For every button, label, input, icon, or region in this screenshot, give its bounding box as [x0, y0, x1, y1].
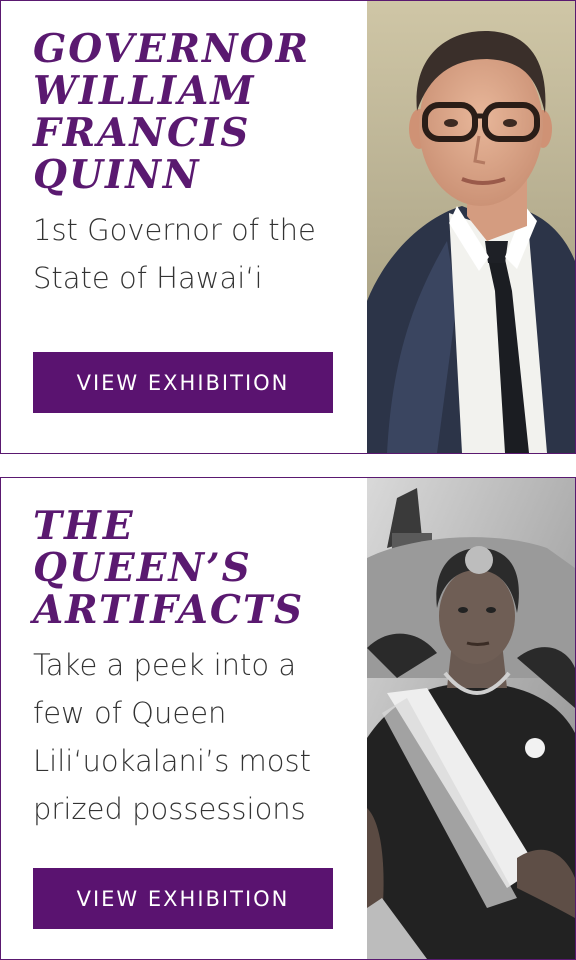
card-title: GOVERNOR WILLIAM FRANCIS QUINN: [33, 28, 343, 196]
card-title-line: WILLIAM: [33, 68, 256, 114]
card-description-line: State of Hawai‘i: [33, 261, 263, 295]
card-title-line: QUINN: [33, 152, 201, 198]
card-description: 1st Governor of the State of Hawai‘i: [33, 206, 343, 302]
card-description-line: Take a peek into a: [33, 648, 297, 682]
card-title-line: QUEEN’S: [33, 545, 252, 591]
card-title-line: FRANCIS: [33, 110, 251, 156]
portrait-image-governor: [367, 1, 575, 453]
card-title-line: GOVERNOR: [33, 26, 311, 72]
exhibition-card-governor-quinn: GOVERNOR WILLIAM FRANCIS QUINN 1st Gover…: [0, 0, 576, 454]
card-title-line: THE: [33, 503, 135, 549]
portrait-image-queen: [367, 478, 575, 959]
card-text-column: THE QUEEN’S ARTIFACTS Take a peek into a…: [33, 505, 343, 833]
card-text-column: GOVERNOR WILLIAM FRANCIS QUINN 1st Gover…: [33, 28, 343, 302]
card-title-line: ARTIFACTS: [33, 587, 305, 633]
card-description-line: prized possessions: [33, 792, 306, 826]
view-exhibition-button[interactable]: VIEW EXHIBITION: [33, 868, 333, 929]
card-description-line: 1st Governor of the: [33, 213, 316, 247]
card-description-line: Lili‘uokalani’s most: [33, 744, 312, 778]
view-exhibition-button[interactable]: VIEW EXHIBITION: [33, 352, 333, 413]
card-description-line: few of Queen: [33, 696, 227, 730]
card-description: Take a peek into a few of Queen Lili‘uok…: [33, 641, 343, 833]
card-title: THE QUEEN’S ARTIFACTS: [33, 505, 343, 631]
exhibition-card-queens-artifacts: THE QUEEN’S ARTIFACTS Take a peek into a…: [0, 477, 576, 960]
